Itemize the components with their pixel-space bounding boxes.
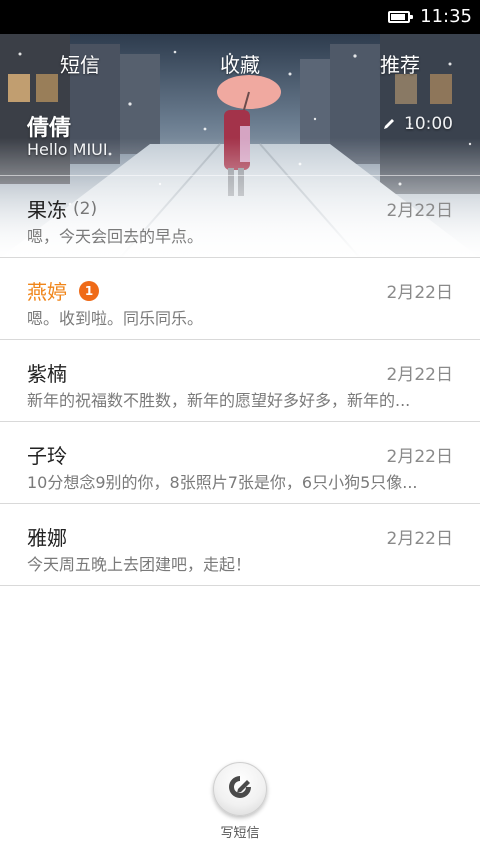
- list-item[interactable]: 燕婷 1 2月22日 嗯。收到啦。同乐同乐。: [0, 258, 480, 340]
- message-date: 2月22日: [386, 529, 453, 549]
- contact-name: 子玲: [27, 444, 67, 468]
- featured-time: 10:00: [404, 114, 453, 134]
- list-item[interactable]: 子玲 2月22日 10分想念9别的你，8张照片7张是你，6只小狗5只像...: [0, 422, 480, 504]
- message-date: 2月22日: [386, 365, 453, 385]
- contact-name: 雅娜: [27, 526, 67, 550]
- tab-sms[interactable]: 短信: [0, 49, 160, 78]
- list-item[interactable]: 雅娜 2月22日 今天周五晚上去团建吧，走起！: [0, 504, 480, 586]
- battery-fill: [391, 14, 406, 20]
- unread-badge: 1: [79, 280, 99, 301]
- contact-name: 燕婷: [27, 280, 67, 304]
- status-bar: 11:35: [0, 0, 480, 34]
- status-time: 11:35: [420, 6, 472, 27]
- pencil-icon: [382, 117, 396, 131]
- message-date: 2月22日: [386, 201, 453, 221]
- message-snippet: 今天周五晚上去团建吧，走起！: [27, 555, 252, 574]
- name-line: 果冻 (2): [27, 194, 97, 223]
- message-snippet: 10分想念9别的你，8张照片7张是你，6只小狗5只像...: [27, 473, 418, 492]
- featured-conversation[interactable]: 倩倩 Hello MIUI 10:00: [0, 98, 480, 176]
- name-line: 子玲: [27, 440, 67, 469]
- name-line: 紫楠: [27, 358, 67, 387]
- featured-preview: Hello MIUI: [27, 140, 108, 159]
- message-snippet: 嗯，今天会回去的早点。: [27, 227, 204, 246]
- tab-recommended[interactable]: 推荐: [320, 49, 480, 78]
- contact-name: 紫楠: [27, 362, 67, 386]
- tab-favorites[interactable]: 收藏: [160, 49, 320, 78]
- featured-meta: 10:00: [382, 114, 453, 134]
- compose-button[interactable]: [213, 762, 267, 816]
- compose-area: 写短信: [210, 762, 270, 841]
- message-date: 2月22日: [386, 283, 453, 303]
- message-snippet: 嗯。收到啦。同乐同乐。: [27, 309, 204, 328]
- message-snippet: 新年的祝福数不胜数，新年的愿望好多好多，新年的...: [27, 391, 411, 410]
- conversation-list: 果冻 (2) 2月22日 嗯，今天会回去的早点。 燕婷 1 2月22日 嗯。收到…: [0, 176, 480, 586]
- compose-label: 写短信: [220, 826, 260, 841]
- contact-name: 果冻: [27, 198, 67, 222]
- list-item[interactable]: 果冻 (2) 2月22日 嗯，今天会回去的早点。: [0, 176, 480, 258]
- name-line: 燕婷 1: [27, 276, 99, 305]
- featured-contact-name: 倩倩: [27, 116, 72, 141]
- name-line: 雅娜: [27, 522, 67, 551]
- battery-icon: [388, 11, 414, 23]
- top-tabs: 短信 收藏 推荐: [0, 34, 480, 92]
- list-item[interactable]: 紫楠 2月22日 新年的祝福数不胜数，新年的愿望好多好多，新年的...: [0, 340, 480, 422]
- message-count: (2): [73, 198, 98, 219]
- compose-icon: [225, 772, 255, 806]
- message-date: 2月22日: [386, 447, 453, 467]
